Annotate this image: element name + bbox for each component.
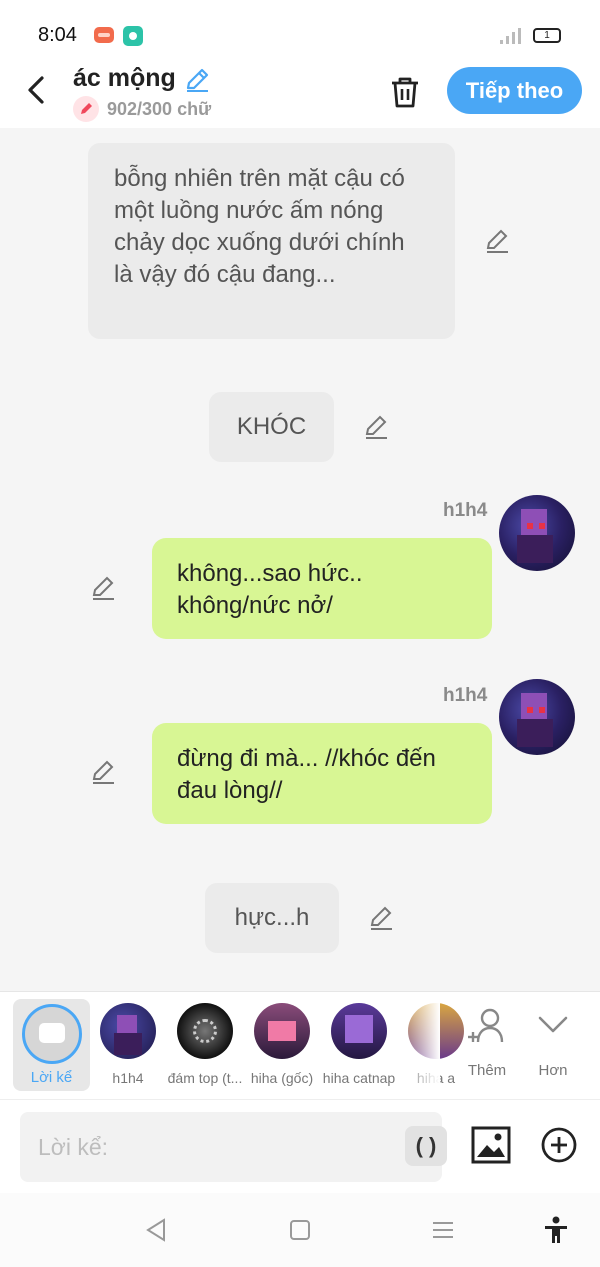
character-item[interactable]: hiha catnap: [321, 992, 397, 1100]
pencil-icon: [486, 229, 508, 253]
narration-text: KHÓC: [236, 413, 307, 440]
next-button[interactable]: Tiếp theo: [447, 67, 582, 114]
pencil-icon: [92, 760, 114, 784]
status-bar: 8:04 1: [0, 0, 600, 62]
more-button[interactable]: Hơn: [528, 1004, 578, 1084]
sender-name: h1h4: [443, 685, 488, 706]
narrator-icon: [22, 1004, 82, 1064]
game-app-icon: [94, 27, 114, 43]
add-label: Thêm: [467, 1062, 507, 1079]
avatar: [254, 1003, 310, 1059]
character-label: Lời kể: [30, 1069, 73, 1086]
character-item[interactable]: đám top (t...: [167, 992, 243, 1100]
character-label: hiha (gốc): [250, 1070, 314, 1086]
word-count: 902/300 chữ: [107, 99, 212, 119]
narration-bubble[interactable]: KHÓC: [209, 392, 334, 462]
insert-image-button[interactable]: [470, 1125, 512, 1165]
character-narrator[interactable]: Lời kể: [13, 999, 90, 1091]
chevron-left-icon: [28, 76, 44, 104]
word-count-icon: [73, 96, 99, 122]
battery-icon: 1: [533, 28, 561, 43]
narration-text: hực...h: [234, 904, 310, 931]
edit-message-button[interactable]: [89, 574, 117, 602]
action-parenthesis-button[interactable]: ( ): [405, 1126, 447, 1166]
narration-text: bỗng nhiên trên mặt cậu có một luồng nướ…: [114, 165, 405, 288]
composer: Lời kể: ( ): [0, 1099, 600, 1193]
pencil-icon: [370, 906, 392, 930]
avatar: [177, 1003, 233, 1059]
accessibility-icon: [545, 1216, 567, 1243]
plus-circle-icon: [541, 1127, 577, 1163]
character-label: hiha catnap: [322, 1070, 396, 1086]
message-input[interactable]: Lời kể: ( ): [20, 1112, 447, 1182]
delete-button[interactable]: [385, 72, 425, 112]
avatar[interactable]: [499, 679, 575, 755]
chevron-down-icon: [538, 1016, 568, 1033]
square-home-icon: [290, 1220, 310, 1240]
image-icon: [471, 1126, 511, 1164]
more-label: Hơn: [538, 1062, 568, 1079]
edit-message-button[interactable]: [367, 904, 395, 932]
triangle-back-icon: [146, 1218, 165, 1242]
accessibility-button[interactable]: [541, 1215, 571, 1245]
nav-back-button[interactable]: [142, 1215, 172, 1245]
input-placeholder: Lời kể:: [38, 1134, 109, 1160]
nav-home-button[interactable]: [285, 1215, 315, 1245]
pencil-icon: [365, 415, 387, 439]
avatar: [100, 1003, 156, 1059]
character-item[interactable]: hiha (gốc): [244, 992, 320, 1100]
back-button[interactable]: [20, 70, 56, 110]
signal-icon: [500, 28, 524, 44]
add-person-icon: [468, 1008, 504, 1043]
edit-title-button[interactable]: [183, 66, 211, 94]
sender-name: h1h4: [443, 500, 488, 521]
character-label: đám top (t...: [167, 1070, 243, 1086]
narration-bubble[interactable]: bỗng nhiên trên mặt cậu có một luồng nướ…: [88, 143, 455, 339]
avatar[interactable]: [499, 495, 575, 571]
story-title: ác mộng: [73, 64, 176, 92]
battery-level: 1: [544, 30, 550, 41]
chat-app-icon: [123, 26, 143, 46]
system-nav-bar: [0, 1193, 600, 1267]
pencil-icon: [92, 576, 114, 600]
avatar: [331, 1003, 387, 1059]
character-item[interactable]: h1h4: [90, 992, 166, 1100]
status-time: 8:04: [38, 24, 77, 46]
character-bubble[interactable]: đừng đi mà... //khóc đến đau lòng//: [152, 723, 492, 824]
narration-bubble[interactable]: hực...h: [205, 883, 339, 953]
edit-message-button[interactable]: [483, 227, 511, 255]
add-character-button[interactable]: Thêm: [462, 1004, 512, 1084]
message-text: không...sao hức.. không/nức nở/: [177, 560, 363, 619]
menu-icon: [433, 1222, 453, 1238]
pencil-icon: [186, 68, 209, 92]
character-selector: Lời kể h1h4 đám top (t... hiha (gốc) hih…: [0, 991, 600, 1099]
header: ác mộng 902/300 chữ Tiếp theo: [0, 62, 600, 128]
message-text: đừng đi mà... //khóc đến đau lòng//: [177, 745, 436, 804]
character-bubble[interactable]: không...sao hức.. không/nức nở/: [152, 538, 492, 639]
add-button[interactable]: [540, 1126, 578, 1164]
edit-message-button[interactable]: [89, 758, 117, 786]
trash-icon: [392, 77, 418, 108]
edit-message-button[interactable]: [362, 413, 390, 441]
nav-menu-button[interactable]: [428, 1215, 458, 1245]
character-label: h1h4: [112, 1070, 144, 1086]
